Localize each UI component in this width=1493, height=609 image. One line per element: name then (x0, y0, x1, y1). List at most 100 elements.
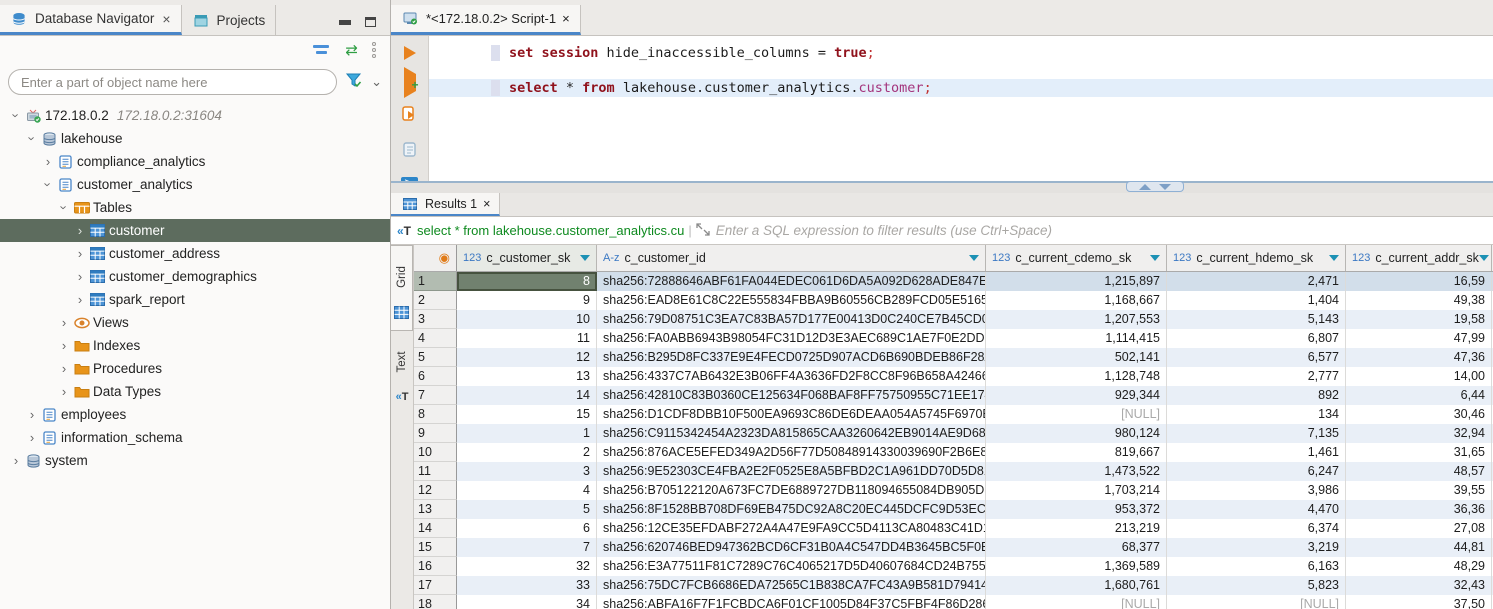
row-number[interactable]: 9 (414, 424, 457, 443)
table-cell[interactable]: 44,81 (1346, 538, 1492, 557)
tab-results-1[interactable]: Results 1 × (391, 193, 500, 216)
column-header-c_customer_id[interactable]: A-zc_customer_id (597, 245, 986, 271)
table-cell[interactable]: 13 (457, 367, 597, 386)
table-cell[interactable]: 2,777 (1167, 367, 1346, 386)
row-number[interactable]: 2 (414, 291, 457, 310)
tree-item-spark-report[interactable]: ›spark_report (0, 288, 390, 311)
table-cell[interactable]: 7,135 (1167, 424, 1346, 443)
table-cell[interactable]: 34 (457, 595, 597, 609)
table-cell[interactable]: 19,58 (1346, 310, 1492, 329)
expand-chevron-icon[interactable]: › (40, 154, 56, 169)
table-cell[interactable]: 2,471 (1167, 272, 1346, 291)
expand-chevron-icon[interactable]: › (72, 223, 88, 238)
table-cell[interactable]: 14,00 (1346, 367, 1492, 386)
tab-grid-view[interactable]: Grid (391, 245, 413, 331)
row-number[interactable]: 13 (414, 500, 457, 519)
table-cell[interactable]: sha256:42810C83B0360CE125634F068BAF8FF75… (597, 386, 986, 405)
expand-chevron-icon[interactable]: › (8, 453, 24, 468)
minimize-icon[interactable] (339, 20, 351, 25)
table-cell[interactable]: sha256:876ACE5EFED349A2D56F77D5084891433… (597, 443, 986, 462)
tree-item-customer-analytics[interactable]: ›customer_analytics (0, 173, 390, 196)
table-cell[interactable]: sha256:EAD8E61C8C22E555834FBBA9B60556CB2… (597, 291, 986, 310)
collapse-chevron-icon[interactable]: › (57, 200, 72, 216)
tab-database-navigator[interactable]: Database Navigator × (0, 5, 182, 35)
expand-chevron-icon[interactable]: › (24, 430, 40, 445)
expand-chevron-icon[interactable]: › (72, 246, 88, 261)
object-filter-input[interactable] (8, 69, 337, 95)
table-cell[interactable]: 6,44 (1346, 386, 1492, 405)
table-cell[interactable]: sha256:C9115342454A2323DA815865CAA326064… (597, 424, 986, 443)
tree-item-procedures[interactable]: ›Procedures (0, 357, 390, 380)
tree-item-tables[interactable]: ›Tables (0, 196, 390, 219)
table-cell[interactable]: 32 (457, 557, 597, 576)
table-cell[interactable]: [NULL] (1167, 595, 1346, 609)
table-cell[interactable]: 7 (457, 538, 597, 557)
tab-projects[interactable]: Projects (182, 5, 277, 35)
table-cell[interactable]: sha256:B295D8FC337E9E4FECD0725D907ACD6B6… (597, 348, 986, 367)
table-cell[interactable]: 2 (457, 443, 597, 462)
row-number[interactable]: 18 (414, 595, 457, 609)
row-number[interactable]: 5 (414, 348, 457, 367)
tree-item-172-18-0-2[interactable]: ›172.18.0.2172.18.0.2:31604 (0, 104, 390, 127)
table-cell[interactable]: 6,577 (1167, 348, 1346, 367)
filter-funnel-icon[interactable] (345, 72, 363, 93)
table-cell[interactable]: 1,461 (1167, 443, 1346, 462)
table-cell[interactable]: 39,55 (1346, 481, 1492, 500)
chevron-down-icon[interactable]: ⌄ (371, 74, 382, 90)
table-cell[interactable]: 3,986 (1167, 481, 1346, 500)
collapse-chevron-icon[interactable]: › (25, 131, 40, 147)
table-cell[interactable]: sha256:FA0ABB6943B98054FC31D12D3E3AEC689… (597, 329, 986, 348)
table-cell[interactable]: 68,377 (986, 538, 1167, 557)
sql-line[interactable]: select * from lakehouse.customer_analyti… (429, 79, 1493, 97)
table-cell[interactable]: 10 (457, 310, 597, 329)
table-cell[interactable]: sha256:ABFA16F7F1FCBDCA6F01CF1005D84F37C… (597, 595, 986, 609)
table-cell[interactable]: sha256:12CE35EFDABF272A4A47E9FA9CC5D4113… (597, 519, 986, 538)
table-cell[interactable]: 36,36 (1346, 500, 1492, 519)
table-cell[interactable]: [NULL] (986, 405, 1167, 424)
table-cell[interactable]: sha256:75DC7FCB6686EDA72565C1B838CA7FC43… (597, 576, 986, 595)
table-cell[interactable]: 5 (457, 500, 597, 519)
table-cell[interactable]: 1,215,897 (986, 272, 1167, 291)
table-cell[interactable]: 47,99 (1346, 329, 1492, 348)
table-cell[interactable]: 1,207,553 (986, 310, 1167, 329)
row-number[interactable]: 6 (414, 367, 457, 386)
table-cell[interactable]: 502,141 (986, 348, 1167, 367)
expand-chevron-icon[interactable]: › (24, 407, 40, 422)
row-number[interactable]: 12 (414, 481, 457, 500)
table-cell[interactable]: 1 (457, 424, 597, 443)
table-cell[interactable]: 9 (457, 291, 597, 310)
table-cell[interactable]: 33 (457, 576, 597, 595)
execute-script-icon[interactable] (401, 106, 418, 128)
table-cell[interactable]: sha256:9E52303CE4FBA2E2F0525E8A5BFBD2C1A… (597, 462, 986, 481)
table-cell[interactable]: 16,59 (1346, 272, 1492, 291)
row-number[interactable]: 8 (414, 405, 457, 424)
collapse-down-icon[interactable] (1159, 184, 1171, 190)
column-header-c_current_hdemo_sk[interactable]: 123c_current_hdemo_sk (1167, 245, 1346, 271)
expand-chevron-icon[interactable]: › (72, 269, 88, 284)
maximize-icon[interactable] (365, 17, 376, 27)
editor-results-splitter[interactable] (391, 181, 1493, 193)
tree-item-indexes[interactable]: ›Indexes (0, 334, 390, 357)
table-cell[interactable]: 48,29 (1346, 557, 1492, 576)
execute-new-tab-icon[interactable]: + (404, 74, 416, 92)
sql-line[interactable]: set session hide_inaccessible_columns = … (429, 44, 1493, 62)
explain-plan-icon[interactable] (402, 142, 418, 163)
table-cell[interactable]: [NULL] (986, 595, 1167, 609)
expand-chevron-icon[interactable]: › (56, 338, 72, 353)
table-cell[interactable]: 3 (457, 462, 597, 481)
table-cell[interactable]: 6,807 (1167, 329, 1346, 348)
table-cell[interactable]: 48,57 (1346, 462, 1492, 481)
expand-chevron-icon[interactable]: › (56, 384, 72, 399)
table-cell[interactable]: sha256:79D08751C3EA7C83BA57D177E00413D0C… (597, 310, 986, 329)
row-number[interactable]: 10 (414, 443, 457, 462)
view-menu-icon[interactable] (372, 42, 376, 58)
table-cell[interactable]: 819,667 (986, 443, 1167, 462)
table-cell[interactable]: sha256:8F1528BB708DF69EB475DC92A8C20EC44… (597, 500, 986, 519)
table-cell[interactable]: 5,823 (1167, 576, 1346, 595)
table-cell[interactable]: 31,65 (1346, 443, 1492, 462)
table-cell[interactable]: 4,470 (1167, 500, 1346, 519)
table-cell[interactable]: 1,168,667 (986, 291, 1167, 310)
sql-code[interactable]: set session hide_inaccessible_columns = … (429, 36, 1493, 181)
table-cell[interactable]: 15 (457, 405, 597, 424)
sort-dropdown-icon[interactable] (969, 255, 979, 261)
